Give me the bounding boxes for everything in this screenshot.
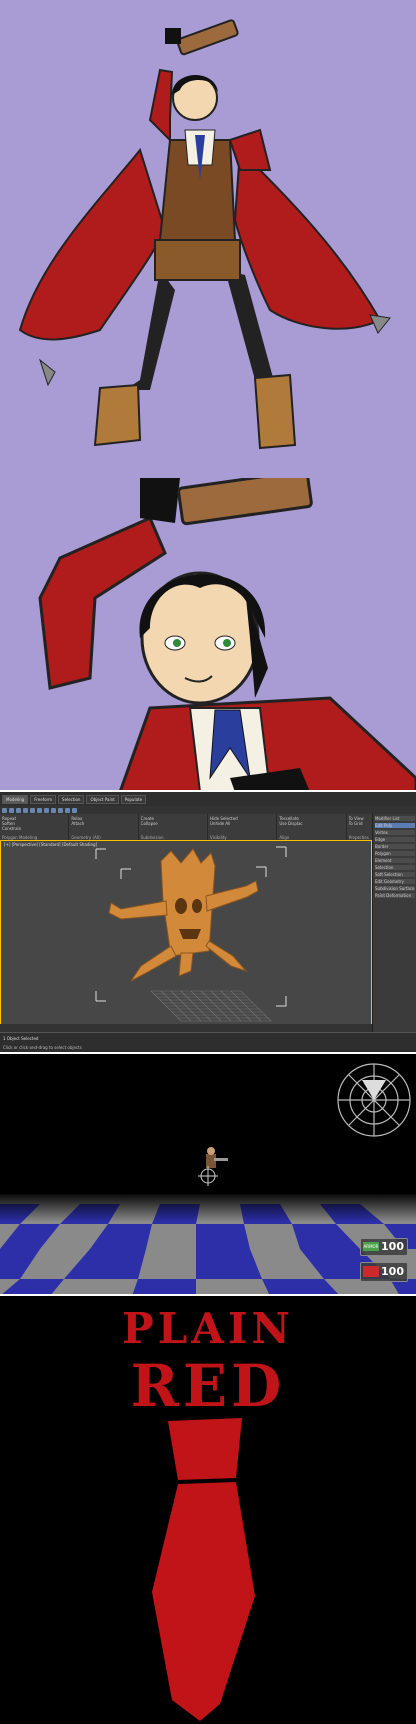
- ribbon-group: Hide Selected Unhide All Visibility: [208, 814, 278, 840]
- rollout-header[interactable]: Selection: [375, 865, 415, 870]
- viewport-scene: [95, 846, 287, 1022]
- ribbon-button[interactable]: Constrain: [2, 826, 66, 831]
- modifier-list-dropdown[interactable]: Modifier List: [375, 816, 415, 821]
- time-slider[interactable]: [0, 1024, 372, 1032]
- necktie-illustration: [152, 1418, 255, 1721]
- ribbon-button[interactable]: Use Displac: [279, 821, 343, 826]
- align-icon[interactable]: [65, 807, 70, 813]
- tab-object-paint[interactable]: Object Paint: [86, 794, 119, 804]
- modeling-app-window: Modeling Freeform Selection Object Paint…: [0, 792, 416, 1054]
- ribbon-group: Create Collapse Subdivision: [139, 814, 208, 840]
- tab-freeform[interactable]: Freeform: [30, 794, 57, 804]
- armor-hud: ARMOR 100: [360, 1238, 408, 1256]
- link-icon[interactable]: [16, 807, 21, 813]
- character-closeup-art: [38, 478, 416, 792]
- move-icon[interactable]: [30, 807, 35, 813]
- subobject-item[interactable]: Edge: [375, 837, 415, 842]
- checkered-floor: [0, 1192, 416, 1296]
- status-prompt-text: Click or click-and-drag to select object…: [3, 1045, 82, 1050]
- render-icon[interactable]: [72, 807, 77, 813]
- mirror-icon[interactable]: [58, 807, 63, 813]
- ribbon-group: Tessellate Use Displac Align: [277, 814, 347, 840]
- status-bar: 1 Object Selected Click or click-and-dra…: [0, 1032, 416, 1054]
- ribbon-button[interactable]: Unhide All: [210, 821, 274, 826]
- ribbon-panel: Repeat Soften Constrain Polygon Modeling…: [0, 814, 416, 841]
- plain-red-poster: PLAIN RED: [0, 1296, 416, 1724]
- scale-icon[interactable]: [44, 807, 49, 813]
- rollout-header[interactable]: Soft Selection: [375, 872, 415, 877]
- armor-label: ARMOR: [363, 1242, 379, 1251]
- health-value: 100: [381, 1265, 404, 1278]
- redo-icon[interactable]: [9, 807, 14, 813]
- rollout-header[interactable]: Paint Deformation: [375, 893, 415, 898]
- undo-icon[interactable]: [2, 807, 7, 813]
- tab-modeling[interactable]: Modeling: [2, 794, 29, 804]
- tab-populate[interactable]: Populate: [120, 794, 147, 804]
- subobject-item[interactable]: Element: [375, 858, 415, 863]
- main-toolbar: [0, 806, 416, 814]
- armor-value: 100: [381, 1240, 404, 1253]
- subobject-item[interactable]: Border: [375, 844, 415, 849]
- crosshair-icon: [198, 1166, 218, 1186]
- modifier-stack-item[interactable]: Edit Poly: [375, 823, 415, 828]
- game-world: [0, 1063, 416, 1296]
- rollout-header[interactable]: Edit Geometry: [375, 879, 415, 884]
- command-panel: Modifier List Edit Poly Vertex Edge Bord…: [372, 814, 416, 1034]
- tab-selection[interactable]: Selection: [58, 794, 85, 804]
- ribbon-button[interactable]: Attach: [71, 821, 135, 826]
- perspective-viewport[interactable]: [+] [Perspective] [Standard] [Default Sh…: [0, 840, 372, 1032]
- character-full-art: [18, 19, 391, 450]
- game-scene: ARMOR 100 100: [0, 1054, 416, 1296]
- ribbon-group: Relax Attach Geometry (All): [69, 814, 139, 840]
- subobject-item[interactable]: Vertex: [375, 830, 415, 835]
- player-character: [206, 1147, 228, 1168]
- health-hud: 100: [360, 1262, 408, 1282]
- status-selection-text: 1 Object Selected: [3, 1036, 39, 1041]
- rollout-header[interactable]: Subdivision Surface: [375, 886, 415, 891]
- radar-icon: [337, 1063, 411, 1137]
- ribbon-button[interactable]: Collapse: [141, 821, 205, 826]
- health-weapon-icon: [363, 1266, 379, 1277]
- select-icon[interactable]: [23, 807, 28, 813]
- ribbon-tab-bar: Modeling Freeform Selection Object Paint…: [0, 792, 416, 806]
- viewport-label[interactable]: [+] [Perspective] [Standard] [Default Sh…: [4, 842, 97, 847]
- ribbon-group: Repeat Soften Constrain Polygon Modeling: [0, 814, 70, 840]
- subobject-item[interactable]: Polygon: [375, 851, 415, 856]
- snap-icon[interactable]: [51, 807, 56, 813]
- rotate-icon[interactable]: [37, 807, 42, 813]
- character-illustration-closeup: [0, 478, 416, 792]
- character-illustration-full: [0, 0, 416, 478]
